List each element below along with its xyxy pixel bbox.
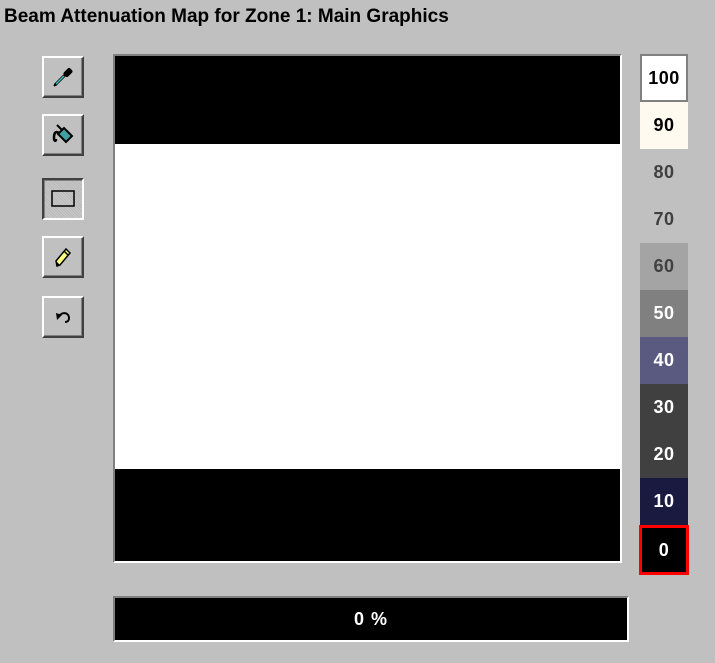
palette-swatch-30[interactable]: 30 [640,384,688,431]
pencil-icon [50,244,76,270]
palette-swatch-0[interactable]: 0 [639,525,689,575]
palette-swatch-60[interactable]: 60 [640,243,688,290]
rectangle-icon [50,188,76,210]
paint-bucket-icon [50,122,76,148]
eyedropper-tool-button[interactable] [42,56,84,98]
palette-swatch-10[interactable]: 10 [640,478,688,525]
palette-swatch-20[interactable]: 20 [640,431,688,478]
map-band-middle [115,144,620,469]
undo-icon [50,304,76,330]
palette-swatch-50[interactable]: 50 [640,290,688,337]
pencil-tool-button[interactable] [42,236,84,278]
eyedropper-icon [50,64,76,90]
map-band-top [115,56,620,144]
palette-swatch-80[interactable]: 80 [640,149,688,196]
attenuation-map-canvas[interactable] [113,54,622,563]
palette-swatch-70[interactable]: 70 [640,196,688,243]
progress-text: 0 % [353,608,389,629]
palette-swatch-100[interactable]: 100 [640,54,688,102]
rectangle-tool-button[interactable] [42,178,84,220]
palette-swatch-40[interactable]: 40 [640,337,688,384]
undo-tool-button[interactable] [42,296,84,338]
beam-attenuation-window: Beam Attenuation Map for Zone 1: Main Gr… [0,0,715,663]
window-title: Beam Attenuation Map for Zone 1: Main Gr… [4,6,449,27]
attenuation-palette: 100 90 80 70 60 50 40 30 20 10 0 [639,54,689,575]
progress-bar: 0 % [113,596,629,642]
palette-swatch-90[interactable]: 90 [640,102,688,149]
map-band-bottom [115,469,620,561]
paint-bucket-tool-button[interactable] [42,114,84,156]
